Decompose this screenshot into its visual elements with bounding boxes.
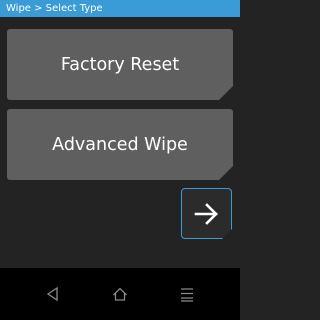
home-icon[interactable] bbox=[112, 286, 128, 302]
menu-icon[interactable] bbox=[179, 286, 195, 302]
advanced-wipe-label: Advanced Wipe bbox=[52, 134, 188, 155]
screen: Wipe > Select Type Factory Reset Advance… bbox=[0, 0, 240, 320]
factory-reset-label: Factory Reset bbox=[60, 54, 180, 75]
advanced-wipe-button[interactable]: Advanced Wipe bbox=[7, 109, 233, 180]
back-triangle-icon[interactable] bbox=[45, 286, 61, 302]
header-bar: Wipe > Select Type bbox=[0, 0, 240, 17]
arrow-right-icon bbox=[194, 201, 220, 227]
factory-reset-button[interactable]: Factory Reset bbox=[7, 29, 233, 100]
breadcrumb-title: Wipe > Select Type bbox=[6, 3, 103, 14]
next-button[interactable] bbox=[181, 188, 232, 239]
navigation-bar bbox=[0, 268, 240, 320]
